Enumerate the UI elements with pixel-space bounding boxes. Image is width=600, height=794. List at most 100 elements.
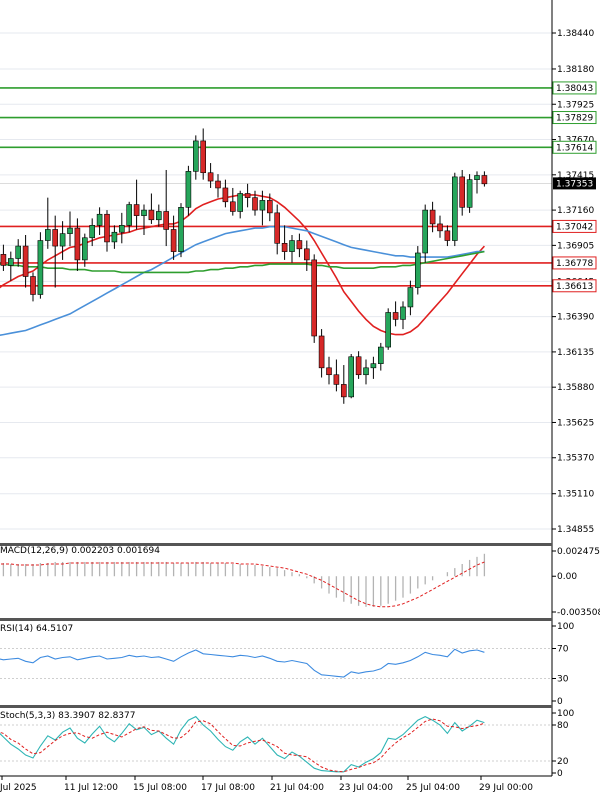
candle-body [89,225,95,239]
stoch-tick-label: 80 [557,721,569,731]
candle-body [274,212,281,244]
level-tag-label: 1.36778 [556,259,593,269]
candle-body [200,140,206,174]
current-price-label: 1.37353 [556,179,593,189]
price-tick-label: 1.35625 [557,418,594,428]
candle-body [15,245,21,259]
candle-body [348,356,355,398]
macd-tick-label: 0.002475 [557,547,600,557]
stoch-title: Stoch(5,3,3) 83.3907 82.8377 [0,711,135,721]
candle-body [318,335,325,369]
candle-body [466,179,473,208]
candle-body [74,227,81,261]
stoch-tick-label: 0 [557,769,563,779]
price-tick-label: 1.35110 [557,490,594,500]
level-tag-label: 1.37042 [556,222,593,232]
candle-body [230,201,236,212]
candle-body [148,209,155,221]
candle-body [0,254,7,266]
candle-body [222,187,229,203]
candle-body [96,213,103,226]
level-tag-label: 1.36613 [556,282,593,292]
candle-body [303,248,310,261]
candle-body [37,240,44,295]
candle-body [104,213,110,243]
candle-body [133,204,140,216]
date-tick-label: 11 Jul 12:00 [64,783,118,793]
pane-separator-rsi[interactable] [0,618,552,621]
price-tick-label: 1.37925 [557,100,594,110]
candle-body [67,227,73,234]
candle-body [429,209,436,225]
candle-body [207,172,214,182]
candle-body [156,211,162,221]
candle-body [141,209,147,216]
price-tick-label: 1.35880 [557,383,594,393]
stoch-tick-label: 100 [557,709,574,719]
price-tick-label: 1.36135 [557,348,594,358]
candle-body [163,211,169,230]
candle-body [289,240,295,252]
date-tick-label: Jul 2025 [0,783,37,793]
candle-body [252,197,258,211]
candle-body [178,207,184,252]
date-tick-label: 15 Jul 08:00 [133,783,187,793]
candle-body [422,209,429,254]
candle-body [30,276,36,295]
candle-body [414,252,421,288]
candle-body [111,231,118,243]
candle-body [185,171,192,208]
price-tick-label: 1.36390 [557,313,594,323]
date-tick-label: 21 Jul 04:00 [270,783,324,793]
stoch-tick-label: 20 [557,757,569,767]
candle-body [363,367,369,376]
candle-body [451,176,458,241]
candle-body [385,312,392,348]
price-tick-label: 1.34855 [557,525,594,535]
candle-body [370,363,377,369]
price-tick-label: 1.36905 [557,241,594,251]
level-tag-label: 1.37829 [556,114,593,124]
candle-body [377,346,384,364]
price-tick-label: 1.37160 [557,206,594,216]
macd-title: MACD(12,26,9) 0.002203 0.001694 [0,546,160,556]
macd-tick-label: 0.00 [557,572,577,582]
date-tick-label: 25 Jul 04:00 [406,783,460,793]
candle-body [82,237,88,261]
pane-separator-stoch[interactable] [0,705,552,708]
candle-body [311,259,318,337]
price-tick-label: 1.38180 [557,65,594,75]
rsi-tick-label: 100 [557,622,574,632]
candle-body [474,175,480,180]
forex-chart[interactable]: 1.384401.381801.379251.376701.374151.371… [0,0,600,794]
candle-body [407,287,414,308]
level-tag-label: 1.38043 [556,84,593,94]
candle-body [400,306,406,320]
candle-body [459,176,466,208]
candle-body [296,240,303,250]
candle-body [340,384,347,398]
rsi-title: RSI(14) 64.5107 [0,624,73,634]
pane-separator-macd[interactable] [0,543,552,546]
candle-body [281,242,288,252]
candle-body [437,223,443,232]
level-tag-label: 1.37614 [556,143,593,153]
rsi-tick-label: 0 [557,697,563,707]
candle-body [193,140,199,172]
candle-body [52,229,59,247]
price-tick-label: 1.35370 [557,454,594,464]
candle-body [215,180,221,189]
candle-body [481,175,488,185]
candle-body [444,230,451,241]
candle-body [392,312,399,320]
rsi-tick-label: 30 [557,675,569,685]
level-tags: 1.38043 1.37829 1.37614 1.37042 1.36778 1.366… [552,81,597,293]
candle-body [326,367,332,376]
date-tick-label: 29 Jul 00:00 [479,783,533,793]
date-tick-label: 23 Jul 04:00 [339,783,393,793]
rsi-tick-label: 70 [557,645,569,655]
candle-body [266,200,273,214]
price-tick-label: 1.38440 [557,29,594,39]
candle-body [59,233,66,247]
candle-body [237,193,243,212]
